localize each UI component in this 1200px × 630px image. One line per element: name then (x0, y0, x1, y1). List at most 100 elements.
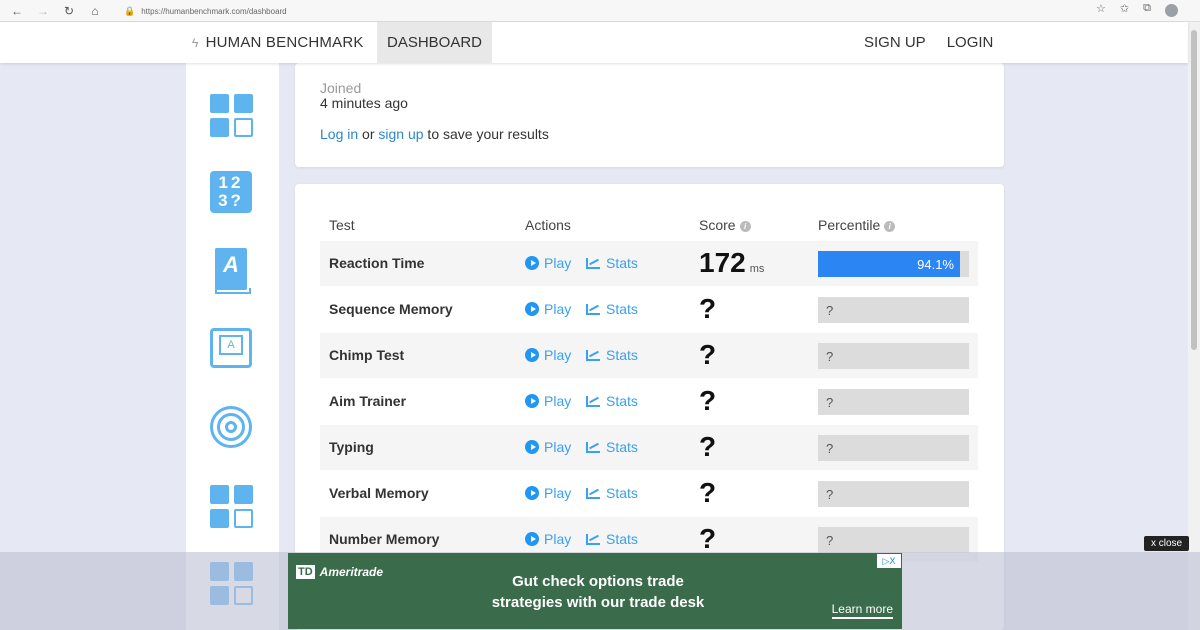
play-button[interactable]: Play (525, 485, 571, 501)
ad-close-button[interactable]: x close (1144, 536, 1189, 551)
percentile-bar: 94.1% (818, 251, 969, 277)
play-icon (525, 440, 539, 454)
play-button[interactable]: Play (525, 439, 571, 455)
address-bar[interactable]: 🔒 https://humanbenchmark.com/dashboard (124, 3, 1054, 19)
table-row: Verbal Memory Play Stats?? (320, 471, 978, 516)
test-name[interactable]: Aim Trainer (329, 393, 406, 409)
stats-button[interactable]: Stats (586, 301, 638, 317)
score-value: ? (699, 431, 717, 462)
bolt-icon: ϟ (192, 35, 199, 50)
adchoices-icon[interactable]: ▷X (877, 554, 901, 568)
test-name[interactable]: Chimp Test (329, 347, 404, 363)
ad-banner[interactable]: TD Ameritrade Gut check options trade str… (288, 553, 902, 629)
typing-keyboard-icon[interactable]: A (208, 325, 254, 371)
score-value: ? (699, 477, 717, 508)
save-results-text: Log in or sign up to save your results (320, 126, 549, 142)
play-button[interactable]: Play (525, 347, 571, 363)
home-icon[interactable]: ⌂ (82, 4, 108, 18)
stats-button[interactable]: Stats (586, 485, 638, 501)
profile-card: Joined 4 minutes ago Log in or sign up t… (295, 63, 1004, 167)
play-button[interactable]: Play (525, 531, 571, 547)
test-name[interactable]: Typing (329, 439, 374, 455)
table-row: Reaction Time Play Stats 172 ms 94.1% (320, 241, 978, 286)
collections-icon[interactable]: ⧉ (1143, 2, 1151, 17)
percentile-bar: ? (818, 481, 969, 507)
login-link[interactable]: LOGIN (947, 34, 994, 51)
play-icon (525, 348, 539, 362)
score-value: ? (699, 523, 717, 554)
favorite-icon[interactable]: ☆ (1096, 2, 1106, 17)
favorites-bar-icon[interactable]: ✩ (1120, 2, 1129, 17)
chart-icon (586, 349, 600, 361)
table-row: Aim Trainer Play Stats?? (320, 379, 978, 424)
joined-value: 4 minutes ago (320, 95, 408, 111)
play-icon (525, 486, 539, 500)
play-button[interactable]: Play (525, 393, 571, 409)
profile-avatar[interactable] (1165, 4, 1178, 17)
col-score: Score i (699, 217, 751, 233)
verbal-book-icon[interactable]: A (208, 246, 254, 294)
percentile-label: ? (826, 441, 834, 456)
play-icon (525, 256, 539, 270)
percentile-bar: ? (818, 297, 969, 323)
test-name[interactable]: Reaction Time (329, 255, 424, 271)
chart-icon (586, 441, 600, 453)
signup-inline-link[interactable]: sign up (378, 126, 423, 142)
percentile-label: ? (826, 395, 834, 410)
chart-icon (586, 257, 600, 269)
browser-toolbar: ← → ↻ ⌂ 🔒 https://humanbenchmark.com/das… (0, 0, 1200, 22)
percentile-label: ? (826, 303, 834, 318)
test-name[interactable]: Number Memory (329, 531, 439, 547)
percentile-label: ? (826, 533, 834, 548)
aim-target-icon[interactable] (208, 404, 254, 450)
login-inline-link[interactable]: Log in (320, 126, 358, 142)
col-test: Test (329, 217, 355, 233)
col-actions: Actions (525, 217, 571, 233)
stats-button[interactable]: Stats (586, 531, 638, 547)
test-name[interactable]: Sequence Memory (329, 301, 453, 317)
score-value: ? (699, 385, 717, 416)
nav-dashboard[interactable]: DASHBOARD (377, 22, 493, 63)
play-icon (525, 532, 539, 546)
stats-button[interactable]: Stats (586, 393, 638, 409)
dashboard-grid-icon[interactable] (208, 483, 254, 529)
site-header: ϟ HUMAN BENCHMARK DASHBOARD SIGN UP LOGI… (0, 22, 1188, 63)
chart-icon (586, 487, 600, 499)
stats-button[interactable]: Stats (586, 347, 638, 363)
percentile-bar: ? (818, 389, 969, 415)
scrollbar-thumb[interactable] (1191, 30, 1197, 350)
col-percentile: Percentile i (818, 217, 896, 233)
percentile-label: 94.1% (917, 257, 954, 272)
forward-icon[interactable]: → (30, 4, 56, 18)
play-button[interactable]: Play (525, 301, 571, 317)
percentile-bar: ? (818, 527, 969, 553)
info-icon[interactable]: i (884, 221, 896, 232)
back-icon[interactable]: ← (4, 4, 30, 18)
auth-links: SIGN UP LOGIN (864, 22, 993, 63)
dashboard-grid-icon[interactable] (208, 92, 254, 138)
info-icon[interactable]: i (739, 221, 751, 232)
percentile-bar: ? (818, 435, 969, 461)
joined-label: Joined (320, 80, 362, 96)
brand-link[interactable]: ϟ HUMAN BENCHMARK (192, 22, 364, 63)
reload-icon[interactable]: ↻ (56, 4, 82, 18)
number-memory-icon[interactable]: 12 3? (208, 169, 254, 215)
chart-icon (586, 533, 600, 545)
ad-learn-more-link[interactable]: Learn more (831, 602, 893, 619)
test-sidebar: 12 3? A A (186, 63, 279, 630)
table-row: Sequence Memory Play Stats?? (320, 287, 978, 332)
test-name[interactable]: Verbal Memory (329, 485, 429, 501)
percentile-label: ? (826, 349, 834, 364)
play-icon (525, 394, 539, 408)
chart-icon (586, 303, 600, 315)
address-text: https://humanbenchmark.com/dashboard (141, 6, 287, 16)
score-value: ? (699, 293, 717, 324)
table-row: Chimp Test Play Stats?? (320, 333, 978, 378)
stats-button[interactable]: Stats (586, 255, 638, 271)
play-button[interactable]: Play (525, 255, 571, 271)
signup-link[interactable]: SIGN UP (864, 34, 926, 51)
browser-extensions: ☆ ✩ ⧉ (1096, 2, 1178, 17)
stats-button[interactable]: Stats (586, 439, 638, 455)
page-scrollbar[interactable] (1188, 22, 1200, 630)
percentile-label: ? (826, 487, 834, 502)
